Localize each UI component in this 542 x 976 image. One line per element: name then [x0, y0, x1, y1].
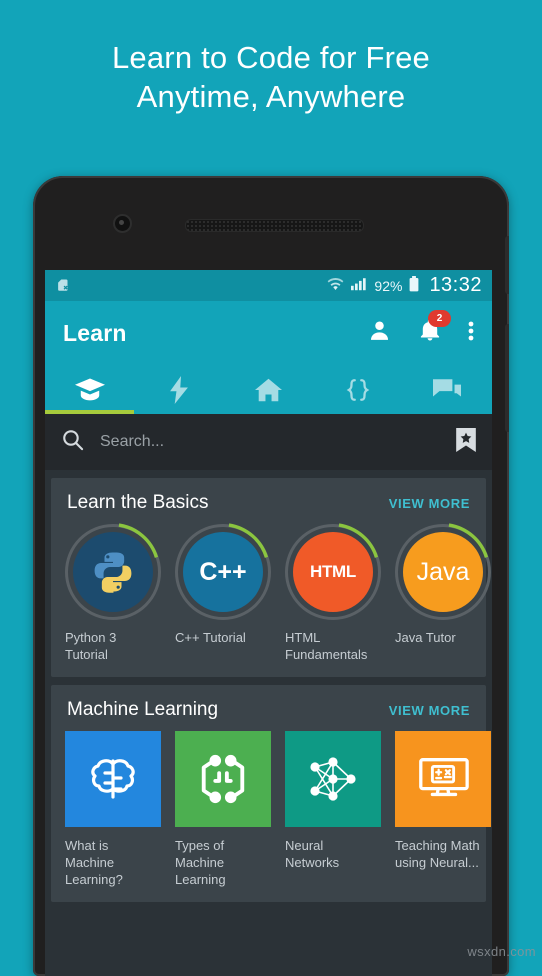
person-icon[interactable] [367, 318, 392, 348]
watermark: wsxdn.com [467, 944, 536, 959]
power-button[interactable] [505, 236, 509, 294]
list-item[interactable]: Python 3 Tutorial [64, 523, 161, 663]
java-text-icon: Java [403, 532, 483, 612]
tab-challenges[interactable] [134, 365, 223, 414]
section-title: Learn the Basics [67, 492, 209, 513]
page-title: Learn [63, 319, 127, 346]
section-title: Machine Learning [67, 699, 219, 720]
course-list: What is Machine Learning? Types of Machi… [51, 731, 491, 888]
notification-badge: 2 [428, 310, 451, 327]
neural-network-icon [285, 731, 381, 827]
view-more-link[interactable]: VIEW MORE [389, 496, 470, 511]
clock-label: 13:32 [429, 274, 482, 296]
active-tab-indicator [45, 410, 135, 414]
tab-discuss[interactable] [403, 365, 492, 414]
headline-line-1: Learn to Code for Free [111, 40, 431, 75]
course-thumbnail: C++ [174, 523, 271, 620]
list-item[interactable]: Teaching Math using Neural... [395, 731, 491, 888]
phone-mockup: 92% 13:32 Learn 2 Search... Learn the Ba… [33, 176, 509, 976]
wifi-icon [327, 277, 344, 294]
course-thumbnail: HTML [284, 523, 381, 620]
view-more-link[interactable]: VIEW MORE [389, 703, 470, 718]
python-logo-icon [73, 532, 153, 612]
earpiece-speaker [185, 219, 364, 232]
section-header: Learn the Basics VIEW MORE [51, 488, 486, 524]
course-label: Java Tutor [395, 630, 456, 645]
promo-headline: Learn to Code for Free Anytime, Anywhere [0, 38, 542, 116]
volume-rocker-button[interactable] [505, 324, 509, 432]
course-label: Neural Networks [285, 838, 340, 870]
list-item[interactable]: Neural Networks [285, 731, 381, 888]
list-item[interactable]: C++ C++ Tutorial [174, 523, 271, 663]
course-label: What is Machine Learning? [65, 838, 123, 887]
list-item[interactable]: What is Machine Learning? [65, 731, 161, 888]
search-icon [61, 428, 84, 456]
sim-card-off-icon [55, 276, 70, 296]
tab-home[interactable] [224, 365, 313, 414]
battery-icon [409, 276, 419, 295]
headline-line-2: Anytime, Anywhere [136, 79, 406, 114]
computer-math-icon [395, 731, 491, 827]
brain-circuit-icon [65, 731, 161, 827]
status-bar: 92% 13:32 [45, 270, 492, 301]
search-input[interactable]: Search... [100, 433, 440, 451]
cellular-signal-icon [351, 277, 367, 294]
cpp-text-icon: C++ [183, 532, 263, 612]
course-label: C++ Tutorial [175, 630, 246, 645]
tab-code[interactable] [313, 365, 402, 414]
battery-percent-label: 92% [374, 277, 403, 294]
bell-icon[interactable]: 2 [418, 310, 451, 348]
nodes-hexagon-icon [175, 731, 271, 827]
tab-bar [45, 365, 492, 414]
list-item[interactable]: Java Java Tutor [394, 523, 491, 663]
bookmark-star-icon[interactable] [456, 427, 476, 457]
course-thumbnail [64, 523, 161, 620]
app-bar: Learn 2 [45, 301, 492, 365]
html-text-icon: HTML [293, 532, 373, 612]
course-list: Python 3 Tutorial C++ C++ Tutorial HTML … [51, 523, 491, 663]
front-camera-icon [113, 214, 132, 233]
more-vertical-icon[interactable] [468, 319, 474, 348]
search-bar[interactable]: Search... [45, 414, 492, 470]
course-thumbnail: Java [394, 523, 491, 620]
section-learn-the-basics: Learn the Basics VIEW MORE Python 3 Tuto… [51, 478, 491, 677]
section-header: Machine Learning VIEW MORE [51, 695, 486, 731]
content-area: Learn the Basics VIEW MORE Python 3 Tuto… [45, 470, 492, 902]
course-label: Teaching Math using Neural... [395, 838, 480, 870]
list-item[interactable]: HTML HTML Fundamentals [284, 523, 381, 663]
tab-learn[interactable] [45, 365, 134, 414]
phone-screen: 92% 13:32 Learn 2 Search... Learn the Ba… [45, 270, 492, 976]
course-label: Types of Machine Learning [175, 838, 226, 887]
course-label: Python 3 Tutorial [65, 630, 117, 662]
section-machine-learning: Machine Learning VIEW MORE What is Machi… [51, 685, 491, 902]
list-item[interactable]: Types of Machine Learning [175, 731, 271, 888]
course-label: HTML Fundamentals [285, 630, 368, 662]
